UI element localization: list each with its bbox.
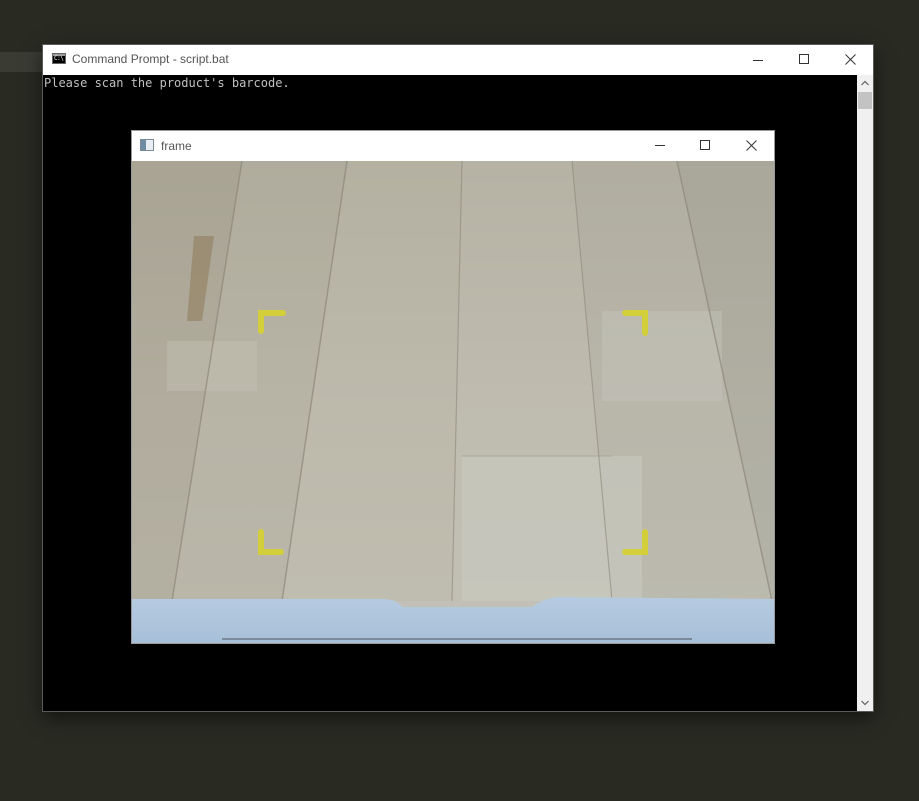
camera-feed-image xyxy=(132,161,774,643)
maximize-icon xyxy=(799,54,809,64)
background-editor-highlight xyxy=(0,52,44,72)
cmd-app-icon: C:\ xyxy=(52,53,66,64)
cmd-app-icon-glyph: C:\ xyxy=(54,55,64,62)
scroll-down-button[interactable] xyxy=(857,695,873,711)
minimize-icon xyxy=(753,60,763,61)
camera-feed-view xyxy=(132,161,774,643)
frame-maximize-button[interactable] xyxy=(682,131,728,161)
cmd-titlebar[interactable]: C:\ Command Prompt - script.bat xyxy=(43,45,873,75)
cmd-close-button[interactable] xyxy=(827,45,873,75)
maximize-icon xyxy=(700,140,710,150)
desktop: C:\ Command Prompt - script.bat Please s… xyxy=(0,0,919,801)
frame-titlebar[interactable]: frame xyxy=(132,131,774,161)
frame-minimize-button[interactable] xyxy=(637,131,683,161)
frame-window-title: frame xyxy=(161,139,192,153)
cmd-minimize-button[interactable] xyxy=(735,45,781,75)
close-icon xyxy=(845,54,856,65)
console-output-text: Please scan the product's barcode. xyxy=(44,76,290,90)
chevron-down-icon xyxy=(861,700,869,706)
cmd-vertical-scrollbar[interactable] xyxy=(857,75,873,711)
minimize-icon xyxy=(655,145,665,146)
scroll-thumb[interactable] xyxy=(858,92,872,109)
scroll-up-button[interactable] xyxy=(857,75,873,91)
cmd-maximize-button[interactable] xyxy=(781,45,827,75)
frame-close-button[interactable] xyxy=(728,131,774,161)
frame-app-icon xyxy=(140,139,154,151)
frame-window[interactable]: frame xyxy=(132,131,774,643)
close-icon xyxy=(746,140,757,151)
chevron-up-icon xyxy=(861,80,869,86)
cmd-window-title: Command Prompt - script.bat xyxy=(72,52,229,66)
